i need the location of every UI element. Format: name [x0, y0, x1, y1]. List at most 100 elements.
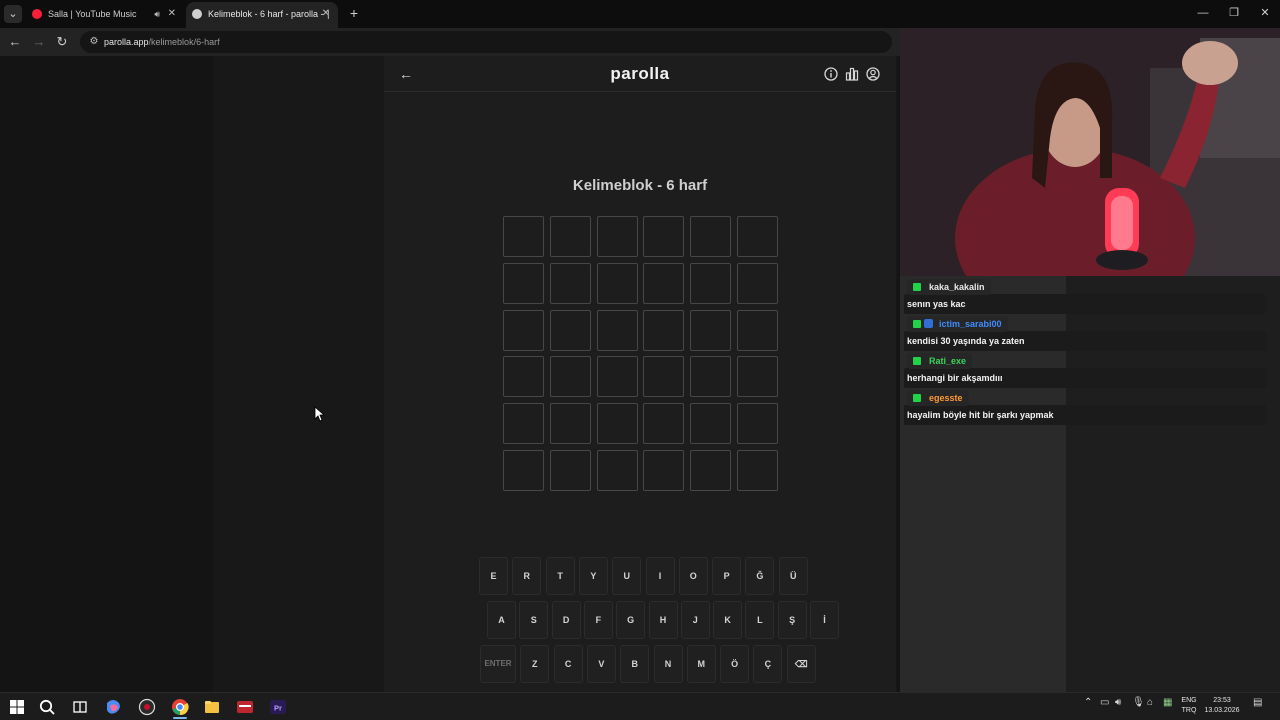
key-n[interactable]: N: [653, 645, 683, 683]
key-m[interactable]: M: [686, 645, 716, 683]
key-ü[interactable]: Ü: [778, 557, 808, 595]
grid-cell: [643, 356, 685, 398]
task-view-icon[interactable]: [71, 698, 89, 716]
info-icon[interactable]: [824, 67, 838, 81]
file-explorer-icon[interactable]: [203, 698, 221, 716]
chat-username-text: Rati_exe: [929, 356, 967, 366]
key-z[interactable]: Z: [520, 645, 550, 683]
key-i̇[interactable]: İ: [810, 601, 839, 639]
backspace-key[interactable]: ⌫: [786, 645, 816, 683]
key-b[interactable]: B: [620, 645, 650, 683]
tab-youtube-music[interactable]: Salla | YouTube Music 🔊︎ ✕: [26, 2, 184, 28]
tab-title: Kelimeblok - 6 harf - parolla - ∣: [208, 9, 331, 19]
tab-parolla[interactable]: Kelimeblok - 6 harf - parolla - ∣ ✕: [186, 2, 338, 28]
close-tab-icon[interactable]: ✕: [168, 2, 176, 26]
key-ş[interactable]: Ş: [777, 601, 807, 639]
restore-icon[interactable]: ❐: [1219, 4, 1249, 22]
grid-cell: [549, 262, 591, 304]
key-l[interactable]: L: [745, 601, 775, 639]
key-s[interactable]: S: [519, 601, 549, 639]
key-f[interactable]: F: [583, 601, 613, 639]
grid-cell: [549, 216, 591, 257]
input-language-indicator[interactable]: ENG TRQ: [1178, 696, 1200, 716]
url-text: parolla.app/kelimeblok/6-harf: [104, 31, 220, 53]
key-o[interactable]: O: [678, 557, 708, 595]
grid-cell: [690, 356, 732, 398]
back-icon[interactable]: ←: [6, 33, 24, 51]
key-r[interactable]: R: [512, 557, 542, 595]
minimize-icon[interactable]: —: [1188, 4, 1218, 22]
voicemeeter-icon[interactable]: [236, 698, 254, 716]
copilot-icon[interactable]: [104, 698, 122, 716]
grid-cell: [690, 216, 732, 257]
stats-icon[interactable]: [845, 67, 859, 81]
chat-username[interactable]: egesste: [907, 390, 969, 406]
close-tab-icon[interactable]: ✕: [322, 2, 330, 26]
key-v[interactable]: V: [586, 645, 616, 683]
chat-username[interactable]: Rati_exe: [907, 353, 973, 369]
key-g[interactable]: G: [616, 601, 646, 639]
chat-message: hayalim böyle hit bir şarkı yapmak egesst…: [904, 390, 1266, 426]
grid-cell: [503, 309, 544, 351]
chat-message-text: senın yas kac: [904, 294, 1266, 314]
grid-cell: [737, 262, 778, 304]
chrome-icon[interactable]: [171, 698, 189, 716]
windows-start-icon[interactable]: [8, 698, 26, 716]
grid-cell: [643, 403, 685, 445]
key-y[interactable]: Y: [578, 557, 608, 595]
grid-cell: [596, 450, 638, 491]
key-p[interactable]: P: [712, 557, 742, 595]
grid-cell: [503, 216, 544, 257]
network-icon[interactable]: ⌂: [1147, 697, 1153, 708]
microphone-icon[interactable]: 🎙︎: [1132, 697, 1145, 708]
notifications-icon[interactable]: ▤: [1253, 697, 1262, 708]
volume-icon[interactable]: 🔊︎: [1115, 697, 1121, 708]
profile-icon[interactable]: [866, 67, 880, 81]
system-clock[interactable]: 23:53 13.03.2026: [1202, 696, 1242, 716]
tab-search-dropdown[interactable]: ⌄: [4, 5, 22, 23]
key-a[interactable]: A: [487, 601, 516, 639]
key-ç[interactable]: Ç: [753, 645, 783, 683]
key-j[interactable]: J: [680, 601, 710, 639]
key-h[interactable]: H: [648, 601, 678, 639]
chat-username[interactable]: ictim_sarabi00: [907, 316, 1008, 332]
key-c[interactable]: C: [553, 645, 583, 683]
grid-cell: [737, 216, 778, 257]
grid-cell: [690, 309, 732, 351]
forward-icon[interactable]: →: [30, 33, 48, 51]
search-icon[interactable]: [38, 698, 56, 716]
reload-icon[interactable]: ↻: [53, 33, 71, 51]
key-e[interactable]: E: [479, 557, 508, 595]
show-hidden-icons-icon[interactable]: ⌃: [1084, 697, 1092, 708]
moderator-badge-icon: [913, 320, 921, 328]
key-d[interactable]: D: [551, 601, 581, 639]
tray-app-icon[interactable]: ▭: [1100, 697, 1109, 708]
chat-message-text: kendisi 30 yaşında ya zaten: [904, 331, 1266, 351]
tab-title: Salla | YouTube Music: [48, 9, 137, 19]
moderator-badge-icon: [913, 283, 921, 291]
key-u[interactable]: U: [612, 557, 642, 595]
premiere-pro-icon[interactable]: Pr: [269, 698, 287, 716]
site-info-icon[interactable]: ⚙: [86, 34, 102, 50]
new-tab-button[interactable]: +: [346, 4, 362, 22]
enter-key[interactable]: ENTER: [480, 645, 516, 683]
key-k[interactable]: K: [713, 601, 743, 639]
key-t[interactable]: T: [545, 557, 575, 595]
svg-text:Pr: Pr: [274, 704, 282, 713]
grid-cell: [643, 262, 685, 304]
close-window-icon[interactable]: ✕: [1250, 4, 1280, 22]
windows-taskbar: Pr ⌃ ▭ 🔊︎ 🎙︎ ⌂ ▦ ENG TRQ 23:53 13.03.202…: [0, 692, 1280, 720]
chat-username[interactable]: kaka_kakalin: [907, 279, 991, 295]
speaker-icon[interactable]: 🔊︎: [154, 2, 160, 26]
nvidia-icon[interactable]: ▦: [1163, 697, 1172, 708]
obs-icon[interactable]: [138, 698, 156, 716]
key-i[interactable]: I: [645, 557, 675, 595]
key-ö[interactable]: Ö: [720, 645, 750, 683]
key-ğ[interactable]: Ğ: [745, 557, 775, 595]
clock-time: 23:53: [1213, 697, 1231, 704]
url-bar[interactable]: ⚙ parolla.app/kelimeblok/6-harf: [80, 31, 892, 53]
chat-message: kendisi 30 yaşında ya zaten ictim_sarabi0…: [904, 316, 1266, 352]
grid-cell: [690, 403, 732, 445]
chat-message-text: hayalim böyle hit bir şarkı yapmak: [904, 405, 1266, 425]
webcam-overlay: [900, 28, 1280, 276]
